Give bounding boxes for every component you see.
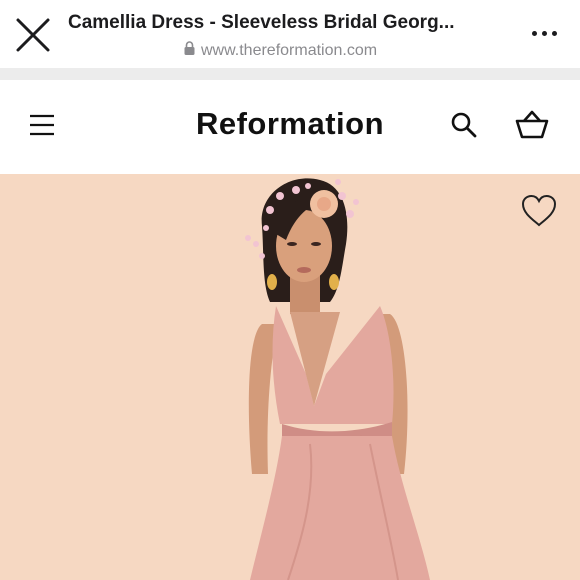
model-photo <box>245 178 430 580</box>
page-title: Camellia Dress - Sleeveless Bridal Georg… <box>68 12 455 33</box>
search-icon[interactable] <box>450 111 478 139</box>
brand-logo[interactable]: Reformation <box>0 106 580 142</box>
more-icon[interactable] <box>532 26 560 40</box>
close-icon[interactable] <box>14 16 52 54</box>
browser-toolbar: Camellia Dress - Sleeveless Bridal Georg… <box>0 0 580 70</box>
url-display[interactable]: www.thereformation.com <box>184 41 377 60</box>
product-image[interactable] <box>0 174 580 580</box>
toolbar-divider <box>0 68 580 80</box>
heart-icon[interactable] <box>520 194 558 228</box>
site-header: Reformation <box>0 80 580 174</box>
shopping-basket-icon[interactable] <box>514 110 550 140</box>
url-text: www.thereformation.com <box>201 41 378 59</box>
lock-icon <box>184 41 195 60</box>
